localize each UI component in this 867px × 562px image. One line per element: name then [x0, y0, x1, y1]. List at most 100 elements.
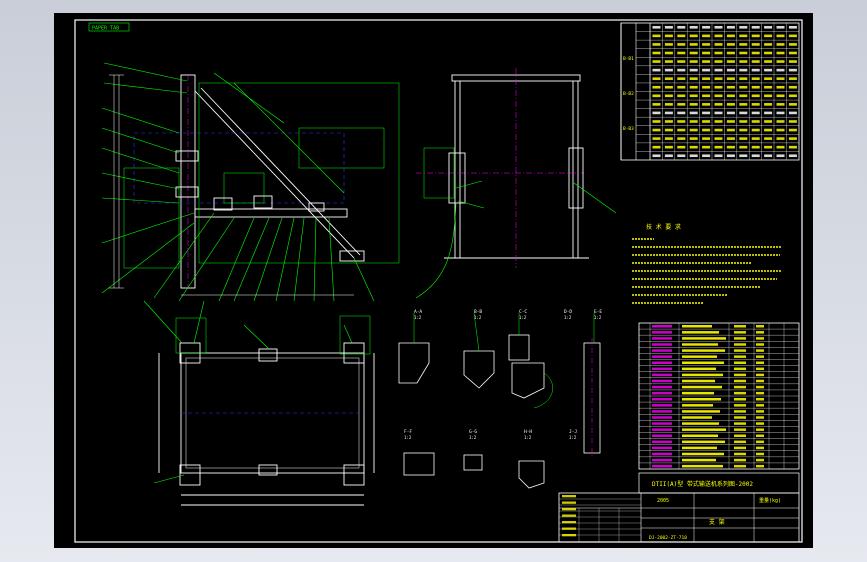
corner-stamp-text: PAPER TAB — [92, 26, 119, 32]
cad-drawing-viewport[interactable]: PAPER TAB B-B1 B-B2 B-B3 技 术 要 求 A-A 1:2… — [54, 13, 813, 548]
bom-glyph — [682, 404, 713, 407]
bom-glyph — [652, 434, 672, 437]
bom-glyph — [652, 349, 672, 352]
bom-glyph — [756, 422, 764, 425]
table-cell-glyph — [751, 60, 760, 63]
bom-glyph — [682, 361, 724, 364]
table-cell-glyph — [652, 26, 661, 29]
table-group-label-3: B-B3 — [623, 126, 634, 132]
table-cell-glyph — [664, 103, 673, 106]
table-cell-glyph — [764, 145, 773, 149]
bom-glyph — [756, 440, 764, 444]
bom-glyph — [756, 349, 764, 352]
table-cell-glyph — [726, 43, 735, 46]
table-cell-glyph — [714, 94, 723, 98]
table-cell-glyph — [689, 145, 698, 149]
table-cell-glyph — [677, 34, 686, 38]
title-glyph — [562, 508, 576, 511]
section-scale-label: 1:2 — [414, 315, 422, 320]
section-scale-label: 1:2 — [519, 315, 527, 320]
table-cell-glyph — [664, 94, 673, 98]
table-cell-glyph — [726, 145, 735, 149]
table-cell-glyph — [751, 137, 760, 140]
table-cell-glyph — [702, 154, 711, 158]
table-cell-glyph — [788, 111, 797, 115]
table-cell-glyph — [714, 128, 723, 132]
table-cell-glyph — [788, 60, 797, 63]
table-cell-glyph — [739, 60, 748, 63]
bom-glyph — [652, 385, 672, 389]
section-scale-label: 1:2 — [474, 315, 482, 320]
table-cell-glyph — [702, 77, 711, 80]
bom-glyph — [756, 343, 764, 346]
table-cell-glyph — [726, 94, 735, 98]
bom-glyph — [756, 379, 764, 383]
dimension-lines-left — [109, 74, 354, 296]
notes-title: 技 术 要 求 — [646, 223, 681, 231]
title-glyph — [562, 495, 576, 498]
bom-glyph — [734, 337, 746, 340]
table-cell-glyph — [776, 43, 785, 46]
bom-glyph — [734, 398, 746, 401]
table-cell-glyph — [776, 120, 785, 123]
table-cell-glyph — [776, 128, 785, 132]
table-cell-glyph — [652, 154, 661, 158]
table-cell-glyph — [788, 43, 797, 46]
section-scale-label: 1:2 — [564, 315, 572, 320]
bom-glyph — [682, 379, 715, 383]
parameter-table: B-B1 B-B2 B-B3 — [620, 22, 800, 161]
table-cell-glyph — [726, 51, 735, 55]
bom-glyph — [682, 434, 718, 437]
part-name: 支 架 — [709, 518, 725, 526]
bom-glyph — [756, 391, 764, 395]
table-cell-glyph — [677, 77, 686, 80]
bom-glyph — [652, 440, 672, 444]
table-cell-glyph — [714, 103, 723, 106]
table-cell-glyph — [652, 34, 661, 38]
table-cell-glyph — [652, 120, 661, 123]
bom-glyph — [652, 464, 672, 468]
table-cell-glyph — [764, 94, 773, 98]
drawing-code: DJ-2002-ZT-710 — [649, 535, 687, 541]
bom-glyph — [734, 367, 746, 371]
bom-glyph — [652, 361, 672, 364]
table-cell-glyph — [689, 103, 698, 106]
section-scale-label: 1:2 — [569, 435, 577, 440]
table-cell-glyph — [739, 94, 748, 98]
bom-glyph — [652, 452, 672, 456]
table-cell-glyph — [677, 60, 686, 63]
table-cell-glyph — [788, 120, 797, 123]
table-cell-glyph — [677, 111, 686, 115]
table-cell-glyph — [664, 137, 673, 140]
table-cell-glyph — [677, 103, 686, 106]
bom-glyph — [734, 422, 746, 425]
table-cell-glyph — [776, 85, 785, 89]
section-scale-label: 1:2 — [469, 435, 477, 440]
table-cell-glyph — [739, 111, 748, 115]
table-cell-glyph — [739, 154, 748, 158]
front-view-leaders — [415, 180, 617, 299]
bom-glyph — [682, 422, 719, 425]
bom-glyph — [682, 416, 712, 419]
section-scale-label: 1:2 — [594, 315, 602, 320]
table-cell-glyph — [664, 111, 673, 115]
drawing-sheet: PAPER TAB B-B1 B-B2 B-B3 技 术 要 求 A-A1:2B… — [74, 19, 803, 543]
bom-glyph — [734, 404, 746, 407]
table-cell-glyph — [739, 128, 748, 132]
table-cell-glyph — [788, 94, 797, 98]
table-cell-glyph — [677, 94, 686, 98]
bom-glyph — [756, 458, 764, 462]
table-cell-glyph — [714, 154, 723, 158]
bom-glyph — [682, 355, 717, 358]
table-cell-glyph — [664, 77, 673, 80]
table-cell-glyph — [764, 51, 773, 55]
bom-glyph — [682, 325, 712, 328]
bom-glyph — [652, 446, 672, 450]
table-cell-glyph — [677, 128, 686, 132]
table-cell-glyph — [714, 120, 723, 123]
table-cell-glyph — [764, 43, 773, 46]
title-glyph — [562, 534, 576, 537]
bom-glyph — [734, 410, 746, 413]
table-cell-glyph — [664, 85, 673, 89]
table-cell-glyph — [714, 26, 723, 29]
